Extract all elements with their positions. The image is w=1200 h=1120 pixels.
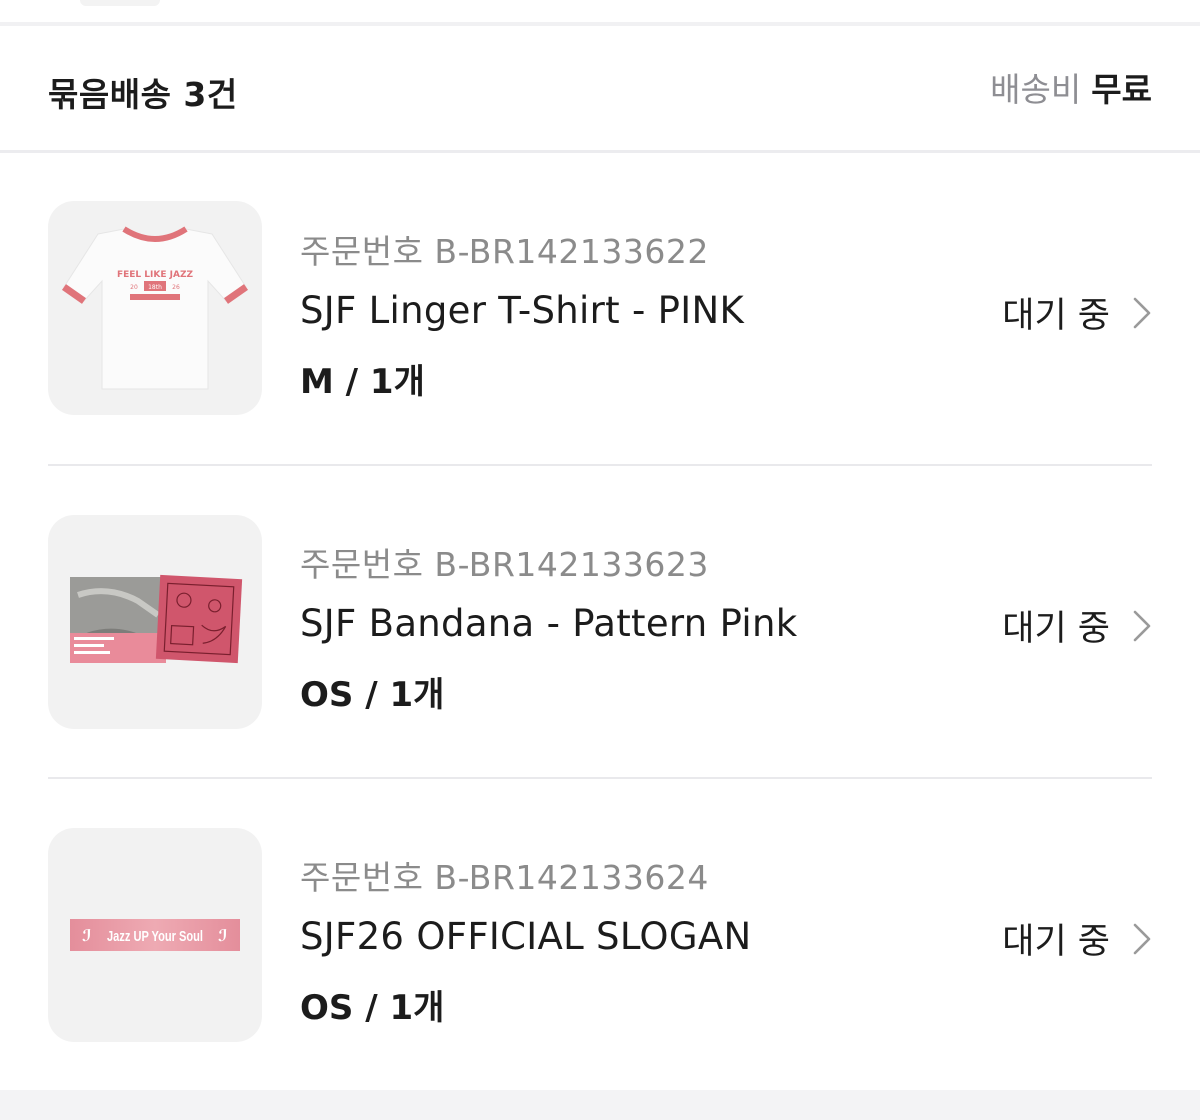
tshirt-print-text: 26 bbox=[172, 284, 180, 291]
top-strip bbox=[0, 0, 1200, 22]
order-item[interactable]: 주문번호 B-BR142133623 SJF Bandana - Pattern… bbox=[0, 466, 1200, 778]
order-item[interactable]: FEEL LIKE JAZZ 20 18th 26 주문번호 B-BR14213… bbox=[0, 153, 1200, 465]
tshirt-print-text: FEEL LIKE JAZZ bbox=[117, 270, 193, 280]
chevron-right-icon bbox=[1133, 610, 1151, 641]
order-number: 주문번호 B-BR142133623 bbox=[300, 545, 709, 584]
chevron-right-icon bbox=[1133, 923, 1151, 954]
order-number: 주문번호 B-BR142133624 bbox=[300, 858, 709, 897]
slogan-print-text: Jazz UP Your Soul bbox=[107, 928, 203, 945]
status-label: 대기 중 bbox=[1002, 296, 1110, 336]
product-option: OS / 1개 bbox=[300, 675, 445, 715]
status-link[interactable]: 대기 중 bbox=[1002, 600, 1152, 651]
slogan-thumbnail: ℐ ℐ Jazz UP Your Soul bbox=[48, 828, 262, 1042]
status-link[interactable]: 대기 중 bbox=[1002, 287, 1152, 338]
tshirt-thumbnail: FEEL LIKE JAZZ 20 18th 26 bbox=[48, 201, 262, 415]
bandana-thumbnail bbox=[48, 515, 262, 729]
item-info: 주문번호 B-BR142133623 SJF Bandana - Pattern… bbox=[300, 538, 797, 716]
tshirt-print-text: 20 bbox=[130, 284, 138, 291]
item-info: 주문번호 B-BR142133622 SJF Linger T-Shirt - … bbox=[300, 225, 744, 403]
tshirt-print-text: 18th bbox=[148, 284, 162, 291]
order-number: 주문번호 B-BR142133622 bbox=[300, 232, 709, 271]
status-label: 대기 중 bbox=[1002, 609, 1110, 649]
product-name: SJF Linger T-Shirt - PINK bbox=[300, 289, 745, 332]
shipping-fee-label: 배송비 bbox=[990, 70, 1082, 109]
svg-text:ℐ: ℐ bbox=[82, 926, 92, 945]
product-option: OS / 1개 bbox=[300, 988, 445, 1028]
item-info: 주문번호 B-BR142133624 SJF26 OFFICIAL SLOGAN… bbox=[300, 851, 751, 1029]
product-name: SJF Bandana - Pattern Pink bbox=[300, 602, 798, 645]
order-item[interactable]: ℐ ℐ Jazz UP Your Soul 주문번호 B-BR142133624… bbox=[0, 779, 1200, 1091]
status-link[interactable]: 대기 중 bbox=[1002, 913, 1152, 964]
svg-text:ℐ: ℐ bbox=[218, 926, 228, 945]
previous-section-edge bbox=[80, 0, 160, 6]
chevron-right-icon bbox=[1133, 297, 1151, 328]
product-name: SJF26 OFFICIAL SLOGAN bbox=[300, 915, 752, 958]
status-label: 대기 중 bbox=[1002, 922, 1110, 962]
shipping-fee: 배송비 무료 bbox=[990, 63, 1152, 111]
bundle-header: 묶음배송 3건 배송비 무료 bbox=[0, 26, 1200, 150]
bundle-title: 묶음배송 3건 bbox=[48, 75, 238, 114]
shipping-fee-value: 무료 bbox=[1091, 70, 1152, 109]
product-option: M / 1개 bbox=[300, 362, 425, 402]
section-divider-bottom bbox=[0, 1090, 1200, 1120]
